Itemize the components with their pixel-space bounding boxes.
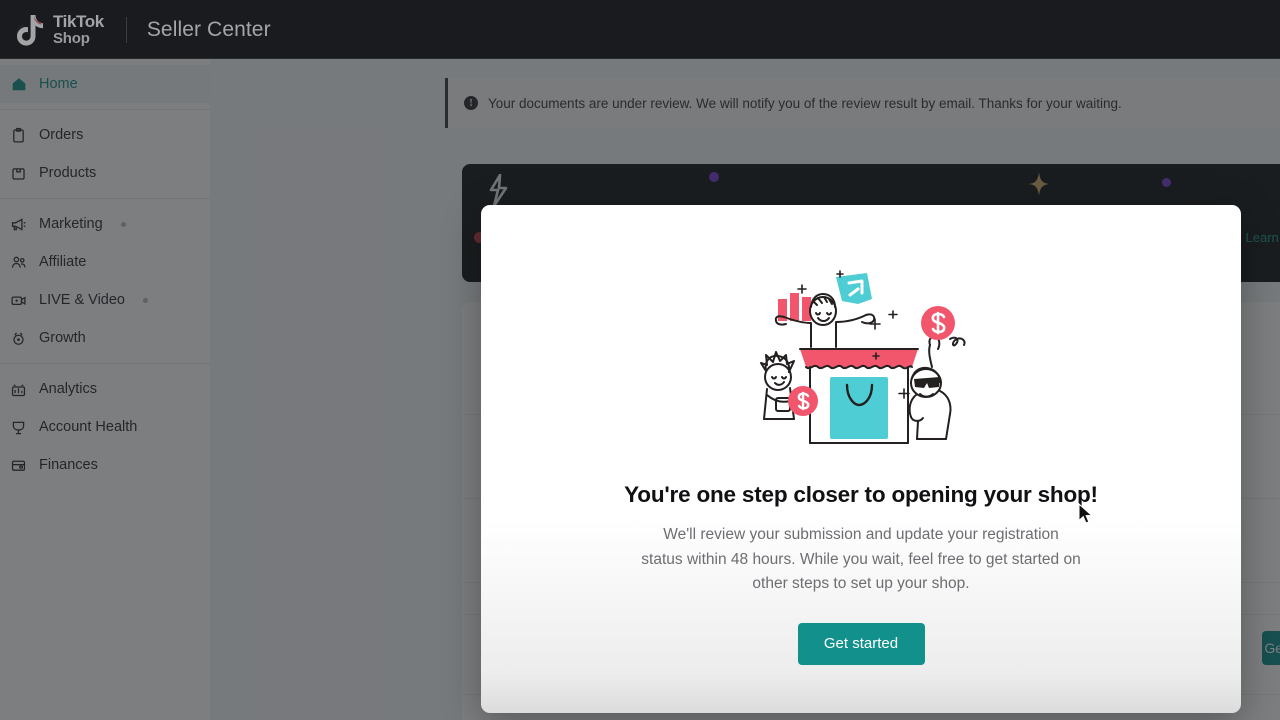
modal-title: You're one step closer to opening your s… [624,482,1098,507]
shop-sellers-illustration [754,267,969,452]
tiktok-note-icon [14,13,44,47]
app-header: TikTok Shop Seller Center [0,0,1280,59]
get-started-button[interactable]: Get started [797,622,925,665]
mouse-pointer [1078,502,1093,530]
modal-body-text: We'll review your submission and update … [641,526,1081,592]
logo-line1: TikTok [53,12,104,32]
tiktok-shop-logo[interactable]: TikTok Shop [14,13,104,47]
page-title: Seller Center [146,17,271,41]
header-divider [125,16,127,43]
logo-wordmark: TikTok Shop [53,13,104,46]
welcome-modal: You're one step closer to opening your s… [481,205,1241,713]
logo-line2: Shop [53,29,90,47]
